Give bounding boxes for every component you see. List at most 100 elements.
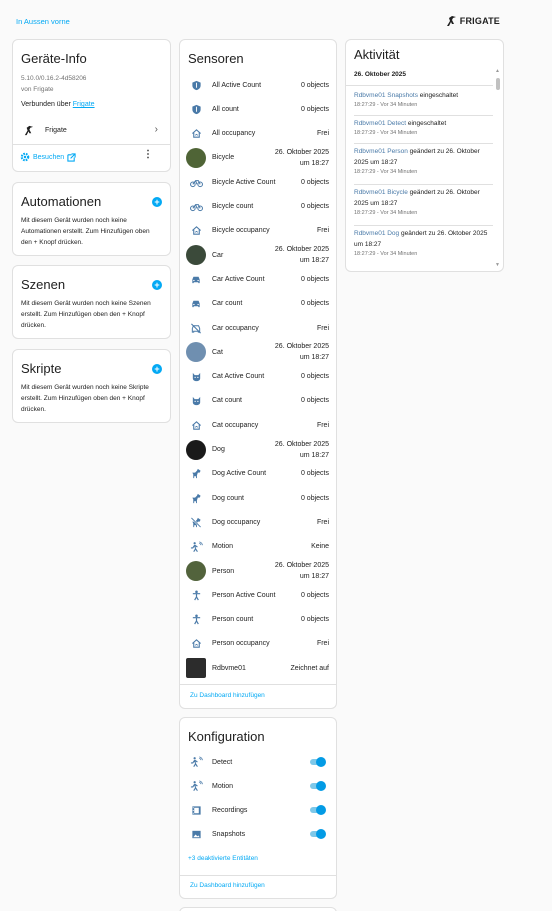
sensor-row[interactable]: Bicycle 26. Oktober 2025 um 18:27: [180, 146, 336, 170]
activity-entity-link[interactable]: Rdbvme01 Snapshots: [354, 92, 418, 99]
sensor-row[interactable]: Motion Keine: [180, 535, 336, 559]
sensor-row[interactable]: Cat 26. Oktober 2025 um 18:27: [180, 340, 336, 364]
sensor-name: Bicycle occupancy: [212, 227, 270, 235]
film-icon: [182, 805, 210, 816]
sensor-row[interactable]: Person occupancy Frei: [180, 632, 336, 656]
sensor-row[interactable]: Person count 0 objects: [180, 608, 336, 632]
car-icon: [182, 298, 210, 309]
activity-entity-link[interactable]: Rdbvme01 Person: [354, 148, 408, 155]
config-add-to-dashboard[interactable]: Zu Dashboard hinzufügen: [190, 882, 265, 889]
automations-title: Automationen: [21, 194, 102, 209]
visit-button[interactable]: Besuchen: [20, 152, 76, 162]
activity-scrollbar[interactable]: ▲ ▼: [495, 68, 501, 268]
toggle-knob: [316, 805, 326, 815]
add-script-button[interactable]: +: [152, 364, 162, 374]
config-row[interactable]: Motion: [180, 774, 336, 798]
car-off-icon: [182, 323, 210, 334]
scripts-card: Skripte + Mit diesem Gerät wurden noch k…: [12, 349, 171, 423]
sensor-name: Dog count: [212, 494, 244, 502]
sensor-row[interactable]: All occupancy Frei: [180, 122, 336, 146]
home-icon: [182, 638, 210, 649]
toggle-switch[interactable]: [308, 829, 326, 839]
sensor-name: Car: [212, 251, 224, 259]
config-row[interactable]: Recordings: [180, 798, 336, 822]
sensor-row[interactable]: Dog occupancy Frei: [180, 510, 336, 534]
config-row[interactable]: Detect: [180, 750, 336, 774]
sensor-row[interactable]: Person 26. Oktober 2025 um 18:27: [180, 559, 336, 583]
sensor-name: All occupancy: [212, 130, 256, 138]
open-external-icon: [67, 152, 76, 162]
sensor-row[interactable]: Bicycle Active Count 0 objects: [180, 170, 336, 194]
sensor-row[interactable]: Car 26. Oktober 2025 um 18:27: [180, 243, 336, 267]
activity-message: Rdbvme01 Detect eingeschaltet: [354, 118, 493, 129]
sensors-add-to-dashboard[interactable]: Zu Dashboard hinzufügen: [190, 692, 265, 699]
sensor-name: All Active Count: [212, 81, 262, 89]
config-row[interactable]: Snapshots: [180, 822, 336, 846]
sensor-value: 0 objects: [300, 178, 329, 186]
dog-off-icon: [182, 517, 210, 528]
toggle-switch[interactable]: [308, 805, 326, 815]
sensor-row[interactable]: Cat count 0 objects: [180, 389, 336, 413]
sensor-value: 26. Oktober 2025 um 18:27: [274, 343, 329, 362]
sensor-row[interactable]: Dog 26. Oktober 2025 um 18:27: [180, 438, 336, 462]
sensor-row[interactable]: Cat Active Count 0 objects: [180, 365, 336, 389]
next-card: [179, 907, 337, 911]
sensor-row[interactable]: Dog count 0 objects: [180, 486, 336, 510]
car-icon: [182, 274, 210, 285]
sensor-row[interactable]: Car Active Count 0 objects: [180, 267, 336, 291]
activity-entry: Rdbvme01 Dog geändert zu 26. Oktober 202…: [354, 228, 493, 259]
activity-entity-link[interactable]: Rdbvme01 Detect: [354, 120, 406, 127]
sensor-name: Person Active Count: [212, 591, 276, 599]
sensor-row[interactable]: Car occupancy Frei: [180, 316, 336, 340]
scroll-thumb[interactable]: [496, 78, 500, 90]
home-icon: [182, 128, 210, 139]
activity-text: eingeschaltet: [417, 92, 459, 99]
brand-name: FRIGATE: [459, 16, 500, 26]
activity-title: Aktivität: [354, 47, 400, 62]
add-automation-button[interactable]: +: [152, 197, 162, 207]
area-link[interactable]: In Aussen vorne: [16, 17, 70, 26]
sensor-row[interactable]: Bicycle count 0 objects: [180, 195, 336, 219]
thumbnail-image: [186, 658, 206, 679]
scroll-down-icon[interactable]: ▼: [495, 262, 500, 268]
sensor-row[interactable]: Car count 0 objects: [180, 292, 336, 316]
scroll-up-icon[interactable]: ▲: [495, 68, 500, 74]
sensor-name: Cat Active Count: [212, 373, 265, 381]
image-icon: [182, 829, 210, 840]
camera-thumbnail: [182, 658, 210, 679]
bicycle-icon: [182, 177, 210, 188]
sensor-row[interactable]: Rdbvme01 Zeichnet auf: [180, 656, 336, 680]
shield-icon: [182, 104, 210, 115]
sensor-name: Bicycle: [212, 154, 235, 162]
sensor-value: Zeichnet auf: [290, 664, 329, 672]
sensor-row[interactable]: Cat occupancy Frei: [180, 413, 336, 437]
integration-row[interactable]: Frigate ›: [13, 121, 170, 141]
more-options-icon[interactable]: ⋮: [143, 150, 153, 160]
sensor-row[interactable]: All Active Count 0 objects: [180, 73, 336, 97]
integration-name: Frigate: [45, 127, 67, 134]
thumbnail-image: [186, 147, 206, 168]
activity-entry: Rdbvme01 Snapshots eingeschaltet 18:27:29…: [354, 90, 493, 110]
sensor-name: Bicycle count: [212, 203, 254, 210]
toggle-switch[interactable]: [308, 781, 326, 791]
activity-entity-link[interactable]: Rdbvme01 Bicycle: [354, 189, 408, 196]
sensor-row[interactable]: All count 0 objects: [180, 97, 336, 121]
activity-entity-link[interactable]: Rdbvme01 Dog: [354, 230, 399, 237]
toggle-switch[interactable]: [308, 757, 326, 767]
sensor-row[interactable]: Bicycle occupancy Frei: [180, 219, 336, 243]
disabled-entities-link[interactable]: +3 deaktivierte Entitäten: [188, 855, 258, 862]
sensor-value: 26. Oktober 2025 um 18:27: [274, 440, 329, 459]
sensor-value: 0 objects: [300, 203, 329, 210]
home-icon: [182, 225, 210, 236]
connected-link[interactable]: Frigate: [73, 101, 95, 108]
sensors-title: Sensoren: [188, 51, 244, 66]
sensor-value: Frei: [316, 518, 329, 526]
divider: [180, 875, 336, 876]
sensor-value: Keine: [311, 543, 329, 551]
activity-time: 18:27:29 - Vor 34 Minuten: [354, 210, 418, 216]
add-scene-button[interactable]: +: [152, 280, 162, 290]
sensor-row[interactable]: Dog Active Count 0 objects: [180, 462, 336, 486]
sensor-row[interactable]: Person Active Count 0 objects: [180, 583, 336, 607]
sensor-value: 0 objects: [300, 373, 329, 381]
sensor-value: Frei: [316, 227, 329, 235]
